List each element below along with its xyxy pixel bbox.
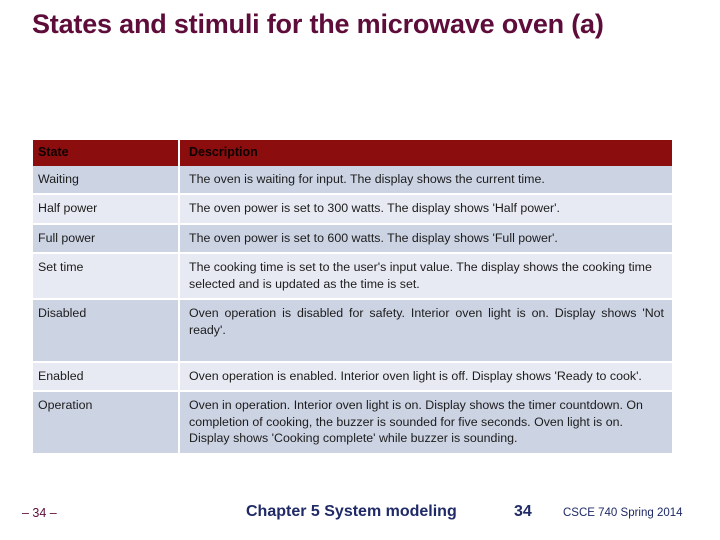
cell-state: Disabled: [33, 298, 179, 362]
table-row: Enabled Oven operation is enabled. Inter…: [33, 360, 672, 392]
table-row: Waiting The oven is waiting for input. T…: [33, 165, 672, 195]
cell-state: Set time: [33, 252, 179, 300]
table-row: Full power The oven power is set to 600 …: [33, 222, 672, 254]
cell-state: Enabled: [33, 360, 179, 392]
footer-chapter-title: Chapter 5 System modeling: [246, 503, 457, 520]
table-header: State Description: [33, 140, 672, 166]
column-header-state: State: [33, 140, 179, 166]
footer-page-number: 34: [514, 503, 532, 520]
cell-state: Operation: [33, 390, 179, 453]
states-and-stimuli-table: State Description Waiting The oven is wa…: [33, 140, 672, 453]
cell-description: Oven operation is disabled for safety. I…: [178, 298, 672, 362]
page-title: States and stimuli for the microwave ove…: [32, 9, 604, 39]
column-header-description: Description: [178, 140, 672, 166]
cell-description: The cooking time is set to the user's in…: [178, 252, 672, 300]
table-row: Half power The oven power is set to 300 …: [33, 193, 672, 224]
slide-footer: – 34 – Chapter 5 System modeling 34 CSCE…: [0, 500, 720, 532]
table-header-row: State Description: [33, 140, 672, 166]
cell-state: Half power: [33, 193, 179, 224]
footer-course-label: CSCE 740 Spring 2014: [563, 507, 683, 519]
cell-description: Oven in operation. Interior oven light i…: [178, 390, 672, 453]
cell-description: The oven is waiting for input. The displ…: [178, 165, 672, 195]
table-row: Set time The cooking time is set to the …: [33, 252, 672, 300]
table-row: Operation Oven in operation. Interior ov…: [33, 390, 672, 453]
table-row: Disabled Oven operation is disabled for …: [33, 298, 672, 362]
table-body: Waiting The oven is waiting for input. T…: [33, 165, 672, 453]
cell-description: Oven operation is enabled. Interior oven…: [178, 360, 672, 392]
cell-state: Waiting: [33, 165, 179, 195]
footer-slide-marker: – 34 –: [22, 506, 57, 520]
cell-description: The oven power is set to 600 watts. The …: [178, 222, 672, 254]
cell-state: Full power: [33, 222, 179, 254]
cell-description: The oven power is set to 300 watts. The …: [178, 193, 672, 224]
